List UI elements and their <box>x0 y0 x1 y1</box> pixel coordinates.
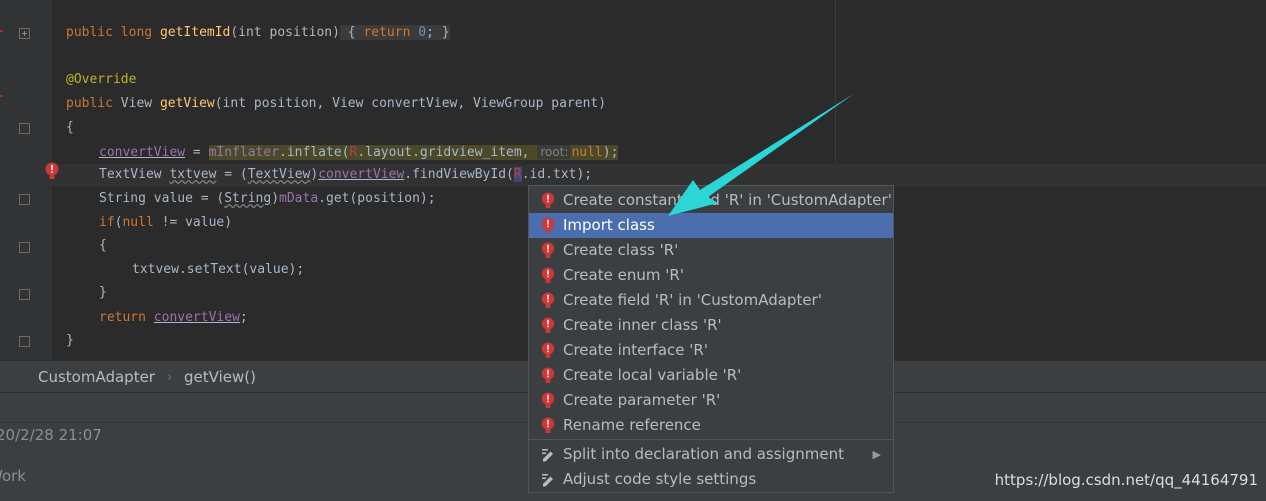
unresolved-symbol: R <box>513 167 522 182</box>
menu-item-create-local-variable[interactable]: Create local variable 'R' <box>529 363 893 388</box>
menu-item-adjust-code-style[interactable]: Adjust code style settings <box>529 467 893 492</box>
timestamp: 20/2/28 21:07 <box>0 426 102 444</box>
error-bulb-icon <box>541 192 555 209</box>
menu-item-split-declaration[interactable]: Split into declaration and assignment ▶ <box>529 442 893 467</box>
error-bulb-icon <box>541 367 555 384</box>
code-line: TextView txtvew = (TextView)convertView.… <box>99 167 593 182</box>
code-line: convertView = mInflater.inflate(R.layout… <box>99 145 619 160</box>
code-line: public View getView(int position, View c… <box>66 96 607 111</box>
breadcrumb-method[interactable]: getView() <box>184 368 256 386</box>
fold-collapse-icon[interactable] <box>19 123 30 134</box>
menu-item-create-interface[interactable]: Create interface 'R' <box>529 338 893 363</box>
code-editor[interactable]: public long getItemId(int position) { re… <box>66 22 619 348</box>
code-line: @Override <box>66 72 137 87</box>
fold-collapse-icon[interactable] <box>19 336 30 347</box>
code-line: if(null != value) <box>99 215 233 230</box>
watermark: https://blog.csdn.net/qq_44164791 <box>994 471 1258 489</box>
error-bulb-icon[interactable] <box>45 162 59 180</box>
fold-collapse-icon[interactable] <box>19 194 30 205</box>
intention-actions-popup: Create constant field 'R' in 'CustomAdap… <box>528 185 894 493</box>
menu-item-create-field[interactable]: Create field 'R' in 'CustomAdapter' <box>529 288 893 313</box>
error-bulb-icon <box>541 317 555 334</box>
code-line: } <box>99 285 107 300</box>
error-bulb-icon <box>541 342 555 359</box>
change-marker <box>0 95 3 97</box>
code-line: txtvew.setText(value); <box>132 262 305 277</box>
error-bulb-icon <box>541 392 555 409</box>
menu-item-create-parameter[interactable]: Create parameter 'R' <box>529 388 893 413</box>
code-line: return convertView; <box>99 310 248 325</box>
breadcrumb-separator: › <box>167 370 173 385</box>
menu-item-create-constant-field[interactable]: Create constant field 'R' in 'CustomAdap… <box>529 188 893 213</box>
editor-gutter <box>0 0 52 360</box>
error-bulb-icon <box>541 417 555 434</box>
code-line: { <box>99 238 107 253</box>
menu-item-rename-reference[interactable]: Rename reference <box>529 413 893 438</box>
breadcrumb-class[interactable]: CustomAdapter <box>38 368 155 386</box>
fold-collapse-icon[interactable] <box>19 289 30 300</box>
code-line: public long getItemId(int position) { re… <box>66 25 450 40</box>
parameter-hint: root: <box>537 145 572 159</box>
error-bulb-icon <box>541 267 555 284</box>
change-marker <box>0 30 3 32</box>
code-line: { <box>66 120 74 135</box>
menu-item-create-inner-class[interactable]: Create inner class 'R' <box>529 313 893 338</box>
submenu-arrow-icon: ▶ <box>872 448 881 461</box>
code-line: String value = (String)mData.get(positio… <box>99 191 436 206</box>
pencil-icon <box>542 449 553 462</box>
fold-expand-icon[interactable] <box>19 28 30 39</box>
pencil-icon <box>542 474 553 487</box>
work-label: Work <box>0 467 26 485</box>
menu-separator <box>529 439 893 440</box>
menu-item-create-enum[interactable]: Create enum 'R' <box>529 263 893 288</box>
error-bulb-icon <box>541 242 555 259</box>
error-bulb-icon <box>541 217 555 234</box>
menu-item-import-class[interactable]: Import class <box>529 213 893 238</box>
error-bulb-icon <box>541 292 555 309</box>
menu-item-create-class[interactable]: Create class 'R' <box>529 238 893 263</box>
fold-collapse-icon[interactable] <box>19 242 30 253</box>
code-line: } <box>66 333 74 348</box>
